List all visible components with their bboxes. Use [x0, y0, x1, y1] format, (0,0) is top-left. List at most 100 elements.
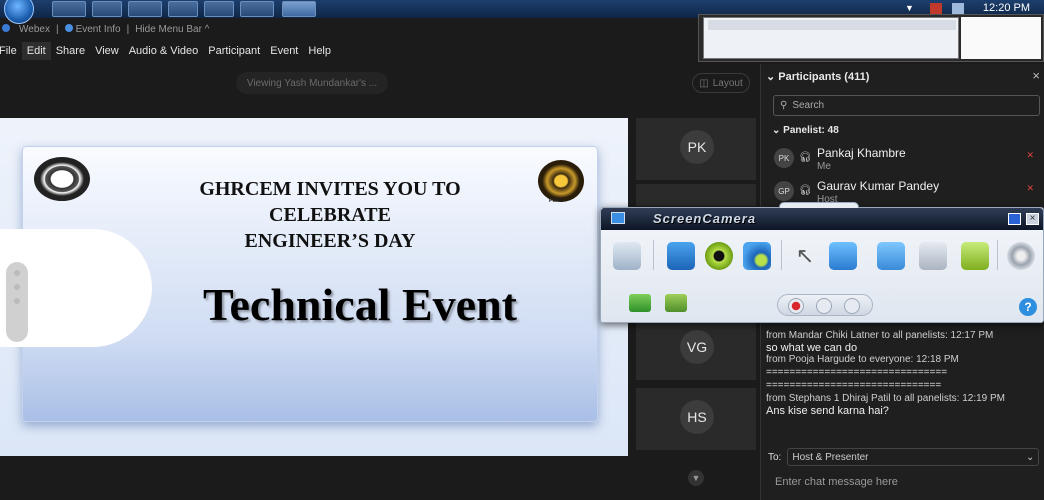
monitor-icon[interactable]	[667, 242, 695, 270]
chrome-taskbar-icon[interactable]	[128, 1, 162, 17]
explorer-taskbar-icon[interactable]	[92, 1, 122, 17]
app-name: Webex	[19, 23, 50, 35]
emblem-caption: PUNE	[549, 198, 563, 204]
slide-heading-line-2: CELEBRATE	[269, 204, 391, 226]
region-icon[interactable]	[919, 242, 947, 270]
headset-icon: 🎧︎	[799, 185, 812, 196]
help-button[interactable]: ?	[1019, 298, 1037, 316]
chat-message: ==============================	[766, 380, 942, 391]
hide-menu-bar-button[interactable]: Hide Menu Bar ^	[135, 24, 209, 35]
search-icon: ⚲	[780, 100, 788, 111]
slide-heading-line-3: ENGINEER’S DAY	[244, 230, 416, 252]
separator: |	[126, 23, 130, 35]
cursor-icon[interactable]: ↖	[791, 242, 819, 270]
recipient-select[interactable]: Host & Presenter ⌄	[787, 448, 1040, 466]
webex-taskbar-icon[interactable]	[240, 1, 274, 17]
chat-to-label: To:	[768, 451, 782, 463]
webex-window: ▼ 12:20 PM Webex | Event Info | Hide Men…	[0, 0, 1044, 500]
divider	[997, 240, 998, 270]
avatar: HS	[680, 400, 714, 434]
participant-role: Me	[817, 161, 831, 172]
avatar: GP	[774, 181, 794, 201]
menu-event[interactable]: Event	[265, 42, 303, 60]
fullscreen-icon[interactable]	[829, 242, 857, 270]
panelist-group-header[interactable]: ⌄ Panelist: 48	[772, 125, 839, 136]
screencamera-title: ScreenCamera	[653, 211, 757, 226]
chat-message: so what we can do	[766, 342, 858, 354]
participant-name: Gaurav Kumar Pandey	[817, 179, 940, 193]
video-tile[interactable]: HS	[636, 388, 756, 450]
tray-arrow-icon[interactable]: ▼	[905, 3, 917, 14]
camera-icon[interactable]	[613, 242, 641, 270]
headset-icon: 🎧︎	[799, 152, 812, 163]
menu-participant[interactable]: Participant	[203, 42, 265, 60]
participant-row[interactable]: PK 🎧︎ Pankaj Khambre Me ✕	[774, 146, 1036, 176]
participants-header[interactable]: ⌄ Participants (411)	[766, 70, 869, 83]
event-info-link[interactable]: Event Info	[64, 23, 121, 35]
separator: |	[55, 23, 59, 35]
close-button[interactable]: ×	[1026, 213, 1039, 225]
ie-taskbar-icon[interactable]	[52, 1, 86, 17]
menu-help[interactable]: Help	[303, 42, 336, 60]
layout-button[interactable]: ◫ Layout	[692, 73, 750, 93]
menu-edit[interactable]: Edit	[21, 42, 51, 60]
menu-file[interactable]: File	[0, 42, 22, 60]
webcam-icon[interactable]	[705, 242, 733, 270]
record-button[interactable]	[788, 298, 804, 314]
chevron-down-icon: ⌄	[1025, 451, 1035, 463]
screencamera-titlebar[interactable]: ScreenCamera ×	[601, 208, 1043, 230]
preview-window-content	[703, 17, 959, 59]
slide-title: Technical Event	[203, 279, 517, 330]
video-tile[interactable]: VG	[636, 318, 756, 380]
chat-message: Ans kise send karna hai?	[766, 405, 889, 417]
chat-recipient: To: Host & Presenter ⌄	[768, 448, 1040, 466]
chevron-down-icon: ⌄	[772, 125, 781, 136]
taskbar-window-preview[interactable]	[698, 14, 1044, 62]
recording-controls	[777, 294, 873, 316]
close-icon[interactable]: ×	[1032, 68, 1040, 83]
app-taskbar-icon[interactable]	[168, 1, 198, 17]
menu-audio-video[interactable]: Audio & Video	[124, 42, 204, 60]
target-icon[interactable]	[961, 242, 989, 270]
avatar: PK	[680, 130, 714, 164]
stop-button[interactable]	[844, 298, 860, 314]
screen-webcam-icon[interactable]	[743, 242, 771, 270]
video-gallery-icon[interactable]	[665, 294, 687, 312]
media-taskbar-icon[interactable]	[204, 1, 234, 17]
chat-meta: from Stephans 1 Dhiraj Patil to all pane…	[766, 393, 1006, 404]
avatar: VG	[680, 330, 714, 364]
chat-meta: from Mandar Chiki Latner to all panelist…	[766, 330, 994, 341]
slide-heading-line-1: GHRCEM INVITES YOU TO	[199, 178, 461, 200]
gear-icon[interactable]	[1007, 242, 1035, 270]
pune-emblem-icon	[538, 160, 584, 202]
video-tile[interactable]	[636, 184, 756, 206]
screencamera-taskbar-icon[interactable]	[282, 1, 316, 17]
gallery-icon[interactable]	[629, 294, 651, 312]
app-icon	[611, 212, 625, 224]
muted-mic-icon[interactable]: ✕	[1026, 183, 1034, 194]
clock[interactable]: 12:20 PM	[983, 2, 1030, 14]
chevron-down-icon: ⌄	[766, 71, 776, 83]
viewing-share-indicator[interactable]: Viewing Yash Mundankar's ...	[236, 72, 388, 94]
display-icon[interactable]	[952, 3, 964, 14]
muted-mic-icon[interactable]: ✕	[1026, 150, 1034, 161]
avatar: PK	[774, 148, 794, 168]
preview-window-content-2	[961, 17, 1041, 59]
search-input[interactable]: ⚲ Search	[773, 95, 1040, 116]
screencamera-window[interactable]: ScreenCamera × ↖ ?	[600, 202, 1044, 323]
annotation-toolbar[interactable]	[6, 262, 28, 342]
chat-input[interactable]: Enter chat message here	[775, 476, 898, 488]
layout-icon: ◫	[699, 77, 709, 89]
menu-share[interactable]: Share	[51, 42, 90, 60]
network-icon[interactable]	[930, 3, 942, 14]
college-logo-icon	[34, 157, 90, 201]
chat-message: ===============================	[766, 367, 948, 378]
pause-button[interactable]	[816, 298, 832, 314]
divider	[781, 240, 782, 270]
minimize-button[interactable]	[1008, 213, 1021, 225]
menu-view[interactable]: View	[90, 42, 124, 60]
chat-meta: from Pooja Hargude to everyone: 12:18 PM	[766, 354, 959, 365]
window-icon[interactable]	[877, 242, 905, 270]
video-tile[interactable]: PK	[636, 118, 756, 180]
chevron-down-icon[interactable]: ▼	[688, 470, 704, 486]
